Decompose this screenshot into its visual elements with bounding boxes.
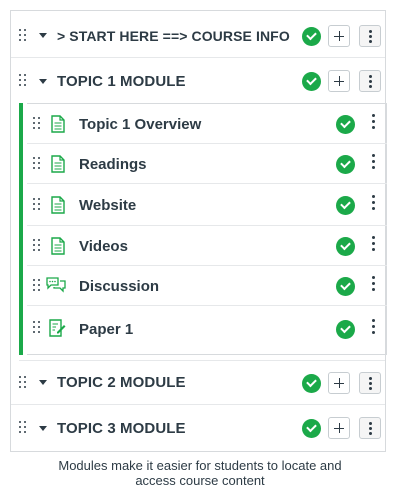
module-item[interactable]: Readings	[27, 144, 387, 184]
add-item-button[interactable]	[328, 70, 350, 92]
document-icon	[51, 196, 65, 214]
drag-handle-icon[interactable]	[33, 156, 43, 172]
drag-handle-icon[interactable]	[33, 197, 43, 213]
drag-handle-icon[interactable]	[33, 278, 43, 294]
drag-handle-icon[interactable]	[33, 238, 43, 254]
add-item-button[interactable]	[328, 417, 350, 439]
item-title[interactable]: Readings	[79, 156, 147, 173]
collapse-caret-icon[interactable]	[39, 380, 47, 385]
discussion-icon	[46, 277, 66, 293]
drag-handle-icon[interactable]	[33, 116, 43, 132]
published-check-icon[interactable]	[336, 115, 355, 134]
module-header-topic-3[interactable]: TOPIC 3 MODULE	[11, 406, 385, 450]
module-header-start-here[interactable]: > START HERE ==> COURSE INFO	[11, 14, 385, 58]
item-title[interactable]: Topic 1 Overview	[79, 116, 201, 133]
published-check-icon[interactable]	[302, 27, 321, 46]
add-item-button[interactable]	[328, 25, 350, 47]
item-title[interactable]: Paper 1	[79, 321, 133, 338]
module-item[interactable]: Website	[27, 184, 387, 226]
module-item[interactable]: Topic 1 Overview	[27, 104, 387, 144]
module-title: > START HERE ==> COURSE INFO	[57, 27, 290, 44]
published-check-icon[interactable]	[336, 155, 355, 174]
item-title[interactable]: Discussion	[79, 278, 159, 295]
collapse-caret-icon[interactable]	[39, 33, 47, 38]
module-header-topic-1[interactable]: TOPIC 1 MODULE	[11, 59, 385, 103]
module-item[interactable]: Discussion	[27, 266, 387, 306]
modules-panel: > START HERE ==> COURSE INFO TOPIC 1 MOD…	[10, 10, 389, 452]
caption-line-1: Modules make it easier for students to l…	[58, 458, 342, 473]
drag-handle-icon[interactable]	[19, 420, 29, 436]
item-menu-button[interactable]	[363, 152, 385, 174]
assignment-icon	[49, 319, 66, 337]
document-icon	[51, 115, 65, 133]
module-title: TOPIC 1 MODULE	[57, 72, 186, 90]
drag-handle-icon[interactable]	[19, 375, 29, 391]
module-items-list: Topic 1 Overview Readings Website Videos…	[19, 103, 389, 355]
document-icon	[51, 237, 65, 255]
published-check-icon[interactable]	[336, 196, 355, 215]
drag-handle-icon[interactable]	[33, 320, 43, 336]
item-menu-button[interactable]	[363, 193, 385, 215]
caption: Modules make it easier for students to l…	[0, 458, 400, 488]
drag-handle-icon[interactable]	[19, 73, 29, 89]
module-menu-button[interactable]	[359, 70, 381, 92]
published-check-icon[interactable]	[302, 419, 321, 438]
item-menu-button[interactable]	[363, 317, 385, 339]
collapse-caret-icon[interactable]	[39, 425, 47, 431]
document-icon	[51, 155, 65, 173]
item-menu-button[interactable]	[363, 234, 385, 256]
module-menu-button[interactable]	[359, 417, 381, 439]
add-item-button[interactable]	[328, 372, 350, 394]
module-item[interactable]: Paper 1	[27, 306, 387, 354]
published-check-icon[interactable]	[302, 374, 321, 393]
published-check-icon[interactable]	[336, 237, 355, 256]
item-title[interactable]: Videos	[79, 238, 128, 255]
module-items-box: Topic 1 Overview Readings Website Videos…	[27, 103, 387, 355]
caption-line-2: access course content	[135, 473, 265, 488]
module-menu-button[interactable]	[359, 372, 381, 394]
module-item[interactable]: Videos	[27, 226, 387, 266]
module-title: TOPIC 2 MODULE	[57, 374, 186, 391]
published-check-icon[interactable]	[336, 320, 355, 339]
module-header-topic-2[interactable]: TOPIC 2 MODULE	[11, 361, 385, 405]
module-title: TOPIC 3 MODULE	[57, 419, 186, 437]
drag-handle-icon[interactable]	[19, 28, 29, 44]
item-menu-button[interactable]	[363, 112, 385, 134]
published-check-icon[interactable]	[302, 72, 321, 91]
published-check-icon[interactable]	[336, 277, 355, 296]
item-title[interactable]: Website	[79, 197, 136, 214]
item-menu-button[interactable]	[363, 274, 385, 296]
module-menu-button[interactable]	[359, 25, 381, 47]
collapse-caret-icon[interactable]	[39, 78, 47, 84]
